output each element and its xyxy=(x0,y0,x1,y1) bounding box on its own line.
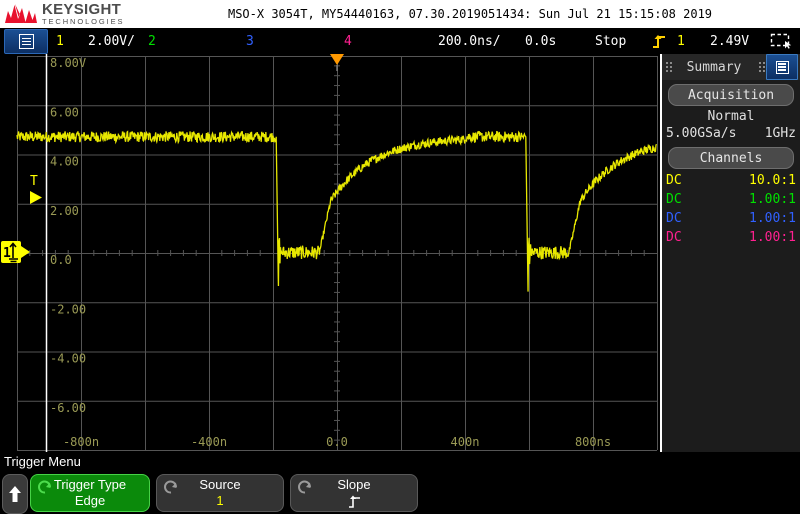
channel-4-coupling: DC xyxy=(666,230,682,245)
status-toolbar: 1 2.00V/ 2 3 4 200.0ns/ 0.0s Stop 1 2.49… xyxy=(0,28,800,81)
hamburger-menu-icon xyxy=(775,60,789,74)
svg-text:4.00: 4.00 xyxy=(50,155,79,169)
instrument-info-text: MSO-X 3054T, MY54440163, 07.30.201905143… xyxy=(227,7,713,21)
run-state-label[interactable]: Stop xyxy=(595,28,626,54)
brand-tagline: TECHNOLOGIES xyxy=(42,17,125,27)
trigger-level-value[interactable]: 2.49V xyxy=(710,28,749,54)
up-arrow-icon xyxy=(9,486,21,502)
svg-text:T: T xyxy=(30,174,38,189)
bandwidth-value: 1GHz xyxy=(764,126,796,141)
rotary-knob-icon xyxy=(38,480,51,494)
svg-text:-2.00: -2.00 xyxy=(50,302,86,316)
rising-edge-icon xyxy=(653,35,665,48)
trigger-type-value: Edge xyxy=(74,493,106,508)
channels-header[interactable]: Channels xyxy=(668,147,794,169)
svg-text:-800n: -800n xyxy=(63,435,99,449)
sidebar-header: Summary xyxy=(662,54,800,80)
menu-up-button[interactable] xyxy=(2,474,28,514)
svg-text:-6.00: -6.00 xyxy=(50,401,86,415)
bottom-menu-title: Trigger Menu xyxy=(4,454,81,469)
drag-handle-left-icon[interactable] xyxy=(666,59,673,75)
rotary-knob-icon xyxy=(298,480,311,494)
trigger-source-button[interactable]: Source 1 xyxy=(156,474,284,512)
keysight-logo-mark xyxy=(5,4,37,23)
acquisition-rates: 5.00GSa/s 1GHz xyxy=(662,125,800,143)
svg-text:-400n: -400n xyxy=(191,435,227,449)
channel-row-4[interactable]: DC 1.00:1 xyxy=(662,228,800,247)
rotary-knob-icon xyxy=(164,480,177,494)
main-menu-button[interactable] xyxy=(4,29,48,54)
waveform-svg: 8.00V 6.00 4.00 2.00 0.0 -2.00 -4.00 -6.00 -800… xyxy=(0,54,660,452)
sidebar-title: Summary xyxy=(686,59,742,75)
channel-1-coupling: DC xyxy=(666,173,682,188)
channel-1-probe: 10.0:1 xyxy=(749,173,796,188)
selection-box-icon[interactable] xyxy=(770,33,794,49)
timebase-value[interactable]: 200.0ns/ xyxy=(438,28,501,54)
channel-3-indicator[interactable]: 3 xyxy=(246,28,254,54)
channel-row-1[interactable]: DC 10.0:1 xyxy=(662,171,800,190)
svg-text:2.00: 2.00 xyxy=(50,204,79,218)
acquisition-header[interactable]: Acquisition xyxy=(668,84,794,106)
svg-text:-4.00: -4.00 xyxy=(50,352,86,366)
oscilloscope-screen: KEYSIGHT TECHNOLOGIES MSO-X 3054T, MY544… xyxy=(0,0,800,514)
svg-text:800ns: 800ns xyxy=(575,435,611,449)
trigger-source-label: Source xyxy=(199,477,241,492)
channel-2-probe: 1.00:1 xyxy=(749,192,796,207)
sidebar-menu-button[interactable] xyxy=(766,54,798,80)
delay-value[interactable]: 0.0s xyxy=(525,28,556,54)
trigger-slope-label: Slope xyxy=(337,477,371,492)
trigger-type-label: Trigger Type xyxy=(53,477,127,492)
channel-1-scale[interactable]: 2.00V/ xyxy=(88,28,135,54)
channel-row-3[interactable]: DC 1.00:1 xyxy=(662,209,800,228)
svg-text:0.0: 0.0 xyxy=(50,253,72,267)
brand-name: KEYSIGHT xyxy=(42,1,122,19)
trigger-source-channel: 1 xyxy=(216,493,224,508)
svg-text:400n: 400n xyxy=(451,435,480,449)
summary-sidebar: Summary Acquisition Normal 5.00GSa/s 1GH… xyxy=(660,54,800,452)
channel-2-indicator[interactable]: 2 xyxy=(148,28,156,54)
hamburger-menu-icon xyxy=(18,34,34,49)
acquisition-mode: Normal xyxy=(707,109,755,124)
drag-handle-right-icon[interactable] xyxy=(759,59,766,75)
trigger-source-value[interactable]: 1 xyxy=(677,28,685,54)
rising-edge-icon xyxy=(349,495,360,508)
channel-2-coupling: DC xyxy=(666,192,682,207)
svg-text:6.00: 6.00 xyxy=(50,105,79,119)
waveform-display[interactable]: 8.00V 6.00 4.00 2.00 0.0 -2.00 -4.00 -6.00 -800… xyxy=(0,54,660,452)
channel-4-probe: 1.00:1 xyxy=(749,230,796,245)
bottom-menu-bar: Trigger Menu Trigger Type Edge Source 1 xyxy=(0,452,800,514)
svg-text:8.00V: 8.00V xyxy=(50,56,86,70)
channel-3-coupling: DC xyxy=(666,211,682,226)
channel-3-probe: 1.00:1 xyxy=(749,211,796,226)
channel-1-indicator[interactable]: 1 xyxy=(56,28,64,54)
channel-row-2[interactable]: DC 1.00:1 xyxy=(662,190,800,209)
sample-rate-value: 5.00GSa/s xyxy=(666,126,737,141)
trigger-type-button[interactable]: Trigger Type Edge xyxy=(30,474,150,512)
title-bar: KEYSIGHT TECHNOLOGIES MSO-X 3054T, MY544… xyxy=(0,0,800,28)
keysight-logo: KEYSIGHT TECHNOLOGIES xyxy=(4,1,124,27)
svg-text:0.0: 0.0 xyxy=(326,435,348,449)
trigger-slope-button[interactable]: Slope xyxy=(290,474,418,512)
channel-4-indicator[interactable]: 4 xyxy=(344,28,352,54)
